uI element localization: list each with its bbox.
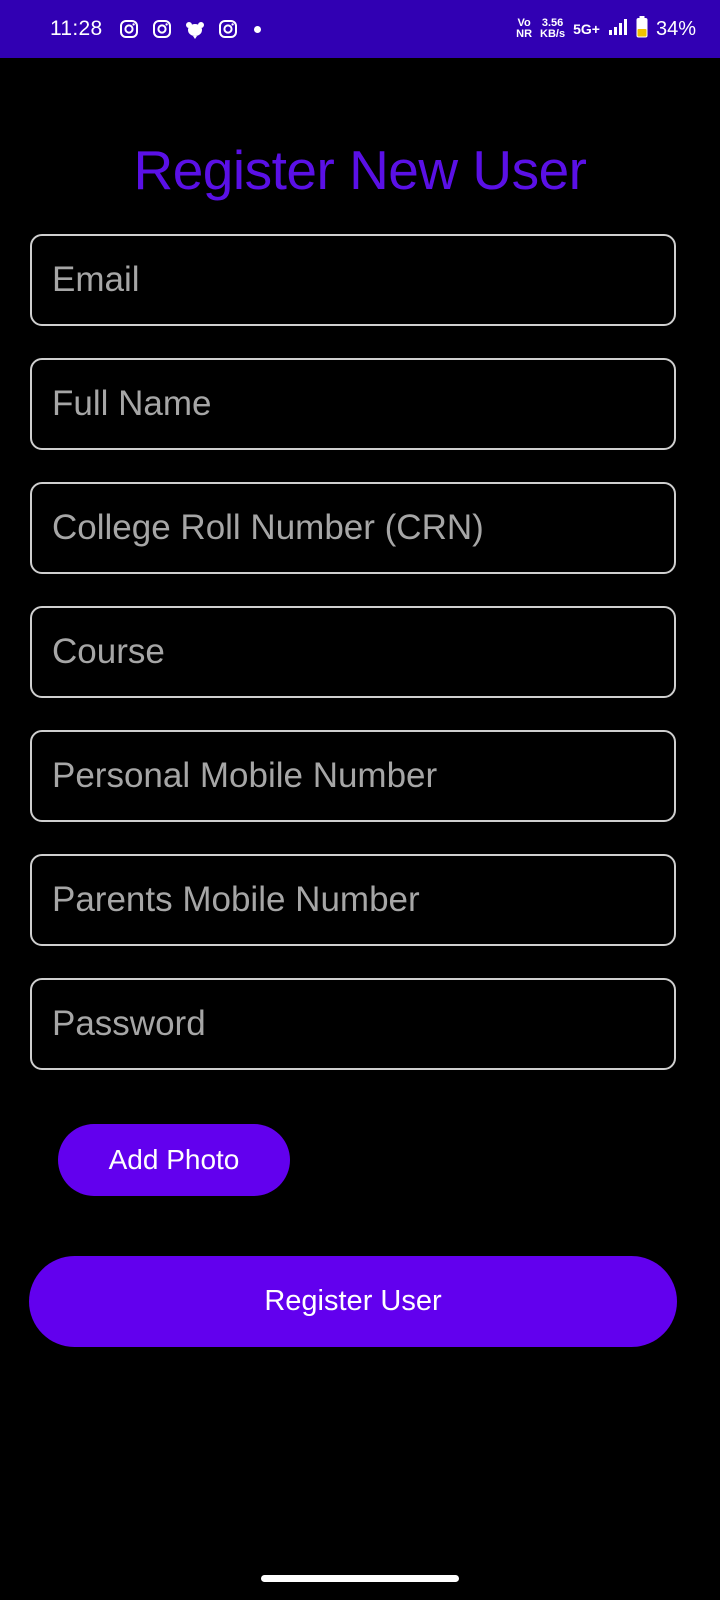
crn-input[interactable] — [52, 508, 654, 548]
notification-app-icon — [184, 18, 206, 40]
network-speed: 3.56 KB/s — [540, 18, 565, 40]
password-field[interactable] — [30, 978, 676, 1070]
password-input[interactable] — [52, 1004, 654, 1044]
full-name-field[interactable] — [30, 358, 676, 450]
parents-mobile-field[interactable] — [30, 854, 676, 946]
add-photo-button[interactable]: Add Photo — [58, 1124, 290, 1196]
status-right: Vo NR 3.56 KB/s 5G+ 34% — [516, 15, 696, 43]
signal-icon — [608, 18, 628, 41]
home-indicator[interactable] — [261, 1575, 459, 1582]
page-title: Register New User — [133, 139, 587, 201]
instagram-icon — [217, 18, 239, 40]
register-screen: 11:28 Vo NR 3.56 KB/s 5G+ 34% Register N… — [0, 0, 720, 1600]
battery-icon — [636, 15, 648, 43]
register-user-button[interactable]: Register User — [29, 1256, 677, 1347]
course-input[interactable] — [52, 632, 654, 672]
status-time: 11:28 — [50, 17, 103, 40]
personal-mobile-field[interactable] — [30, 730, 676, 822]
instagram-icon — [118, 18, 140, 40]
personal-mobile-input[interactable] — [52, 756, 654, 796]
status-bar: 11:28 Vo NR 3.56 KB/s 5G+ 34% — [0, 0, 720, 58]
more-notifications-dot-icon — [253, 25, 261, 33]
volte-indicator: Vo NR — [516, 18, 532, 40]
instagram-icon — [151, 18, 173, 40]
course-field[interactable] — [30, 606, 676, 698]
status-left: 11:28 — [50, 17, 261, 41]
full-name-input[interactable] — [52, 384, 654, 424]
parents-mobile-input[interactable] — [52, 880, 654, 920]
email-field[interactable] — [30, 234, 676, 326]
email-input[interactable] — [52, 260, 654, 300]
battery-percentage: 34% — [655, 17, 696, 40]
volte-bottom: NR — [516, 28, 533, 40]
network-speed-unit: KB/s — [540, 28, 566, 40]
network-type: 5G+ — [573, 21, 600, 37]
crn-field[interactable] — [30, 482, 676, 574]
